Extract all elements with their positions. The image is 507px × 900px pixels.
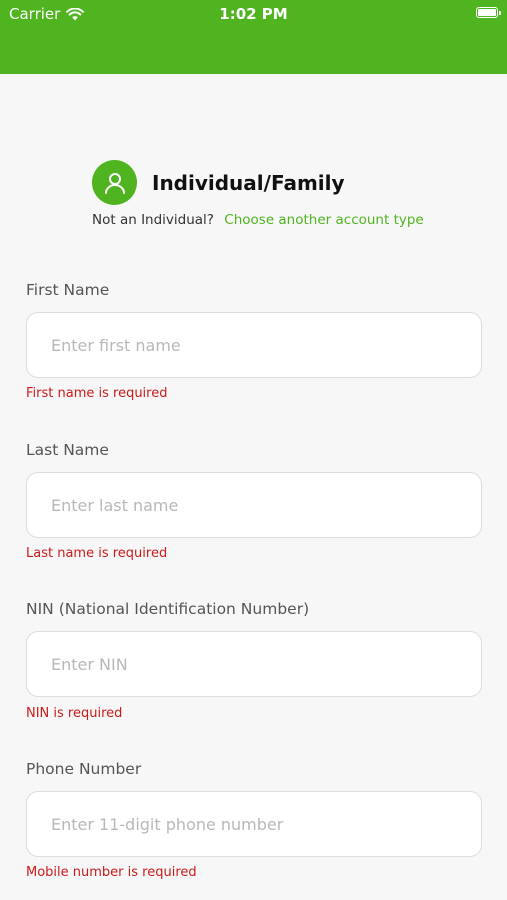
phone-number-label: Phone Number bbox=[26, 760, 142, 778]
nin-label: NIN (National Identification Number) bbox=[26, 600, 310, 618]
nin-input[interactable] bbox=[26, 631, 482, 697]
account-type-header: Individual/Family bbox=[92, 160, 345, 205]
status-bar: Carrier 1:02 PM bbox=[0, 0, 507, 74]
first-name-label: First Name bbox=[26, 281, 110, 299]
last-name-input[interactable] bbox=[26, 472, 482, 538]
account-switch-prompt: Not an Individual? bbox=[92, 212, 214, 228]
first-name-error: First name is required bbox=[26, 386, 168, 401]
first-name-input[interactable] bbox=[26, 312, 482, 378]
last-name-error: Last name is required bbox=[26, 546, 168, 561]
nin-error: NIN is required bbox=[26, 706, 123, 721]
last-name-label: Last Name bbox=[26, 441, 109, 459]
choose-account-type-link[interactable]: Choose another account type bbox=[224, 212, 423, 228]
battery-icon bbox=[476, 7, 501, 18]
phone-number-error: Mobile number is required bbox=[26, 865, 197, 880]
phone-number-input[interactable] bbox=[26, 791, 482, 857]
status-time: 1:02 PM bbox=[219, 5, 288, 23]
account-type-title: Individual/Family bbox=[152, 170, 345, 195]
account-switch-row: Not an Individual? Choose another accoun… bbox=[92, 212, 424, 228]
user-icon bbox=[92, 160, 137, 205]
